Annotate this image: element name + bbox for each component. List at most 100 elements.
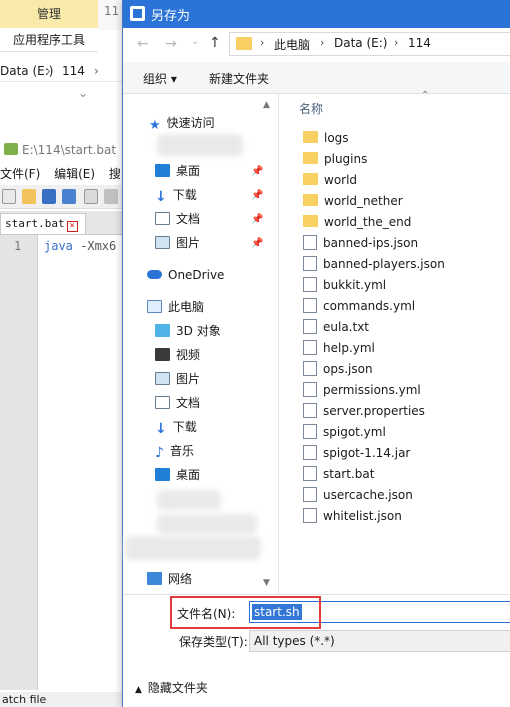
nav-downloads[interactable]: ↓ 下载 (155, 184, 197, 206)
ribbon-tab-manage[interactable]: 管理 (0, 0, 98, 28)
scroll-up-icon[interactable]: ▲ (263, 100, 270, 110)
background-address-bar[interactable]: Data (E:) › 114 › (0, 60, 124, 82)
up-arrow-icon[interactable]: ↑ (209, 35, 221, 51)
file-list-item[interactable]: logs (303, 128, 349, 149)
dialog-title-bar[interactable]: 另存为 (123, 0, 510, 28)
file-icon (303, 340, 317, 355)
file-icon (303, 235, 317, 250)
file-list-item[interactable]: world_nether (303, 191, 403, 212)
download-arrow-icon: ↓ (155, 421, 167, 437)
nav-network[interactable]: 网络 (147, 568, 192, 590)
ribbon-app-tools[interactable]: 应用程序工具 (0, 28, 98, 52)
file-list-item[interactable]: spigot.yml (303, 422, 386, 443)
new-file-icon[interactable] (2, 189, 16, 204)
file-name: whitelist.json (323, 509, 402, 523)
desktop-icon (155, 468, 170, 481)
folder-icon (303, 194, 318, 206)
save-icon[interactable] (42, 189, 56, 204)
nav-desktop-pc[interactable]: 桌面 (155, 464, 200, 486)
file-icon (303, 319, 317, 334)
hide-folders-toggle[interactable]: ▲ 隐藏文件夹 (135, 679, 208, 696)
code-text: -Xmx6 (72, 239, 117, 253)
nav-label: 快速访问 (166, 116, 215, 130)
menu-file[interactable]: 文件(F) (0, 167, 40, 181)
nav-music[interactable]: ♪ 音乐 (155, 440, 194, 462)
chevron-right-icon[interactable]: › (320, 36, 324, 49)
address-bar[interactable]: › 此电脑 › Data (E:) › 114 (229, 32, 510, 56)
line-number-gutter (0, 235, 38, 690)
nav-desktop[interactable]: 桌面 (155, 160, 200, 182)
file-list-item[interactable]: help.yml (303, 338, 375, 359)
file-list-item[interactable]: bukkit.yml (303, 275, 386, 296)
divider (123, 594, 510, 595)
file-name: permissions.yml (323, 383, 421, 397)
print-icon[interactable] (104, 189, 118, 204)
chevron-right-icon[interactable]: › (260, 36, 264, 49)
nav-3d-objects[interactable]: 3D 对象 (155, 320, 221, 342)
file-name: world_nether (324, 194, 403, 208)
nav-videos[interactable]: 视频 (155, 344, 200, 366)
folder-icon (303, 173, 318, 185)
file-icon (303, 298, 317, 313)
menu-edit[interactable]: 编辑(E) (54, 167, 95, 181)
close-file-icon[interactable] (84, 189, 98, 204)
file-icon (303, 466, 317, 481)
file-list-item[interactable]: commands.yml (303, 296, 415, 317)
nav-quick-access[interactable]: ★ 快速访问 (149, 112, 215, 134)
file-list-item[interactable]: world_the_end (303, 212, 411, 233)
file-list-item[interactable]: banned-players.json (303, 254, 445, 275)
close-icon[interactable]: × (66, 221, 78, 232)
save-dialog-icon (130, 6, 145, 21)
tab-start-bat[interactable]: start.bat × (0, 213, 86, 234)
recent-locations-icon[interactable]: ⌄ (191, 36, 199, 47)
nav-pictures[interactable]: 图片 (155, 232, 200, 254)
breadcrumb-drive[interactable]: Data (E:) (334, 36, 387, 50)
file-list-item[interactable]: ops.json (303, 359, 373, 380)
breadcrumb-this-pc[interactable]: 此电脑 (274, 36, 310, 53)
nav-documents-pc[interactable]: 文档 (155, 392, 200, 414)
back-arrow-icon[interactable]: ← (137, 36, 149, 52)
cloud-icon (147, 270, 162, 279)
filetype-select[interactable]: All types (*.*) (249, 630, 510, 652)
column-header-name[interactable]: 名称 (299, 100, 323, 117)
file-list-item[interactable]: whitelist.json (303, 506, 402, 527)
nav-pictures-pc[interactable]: 图片 (155, 368, 200, 390)
nav-documents[interactable]: 文档 (155, 208, 200, 230)
file-list-item[interactable]: start.bat (303, 464, 374, 485)
file-list-item[interactable]: usercache.json (303, 485, 413, 506)
file-list-item[interactable]: banned-ips.json (303, 233, 418, 254)
file-icon (303, 256, 317, 271)
document-icon (155, 396, 170, 409)
chevron-right-icon: › (46, 64, 51, 78)
nav-label: OneDrive (168, 268, 225, 282)
redacted-item (157, 514, 257, 534)
new-folder-button[interactable]: 新建文件夹 (209, 70, 269, 87)
file-icon (303, 403, 317, 418)
file-list-item[interactable]: spigot-1.14.jar (303, 443, 410, 464)
folder-icon (236, 37, 252, 50)
nav-this-pc[interactable]: 此电脑 (147, 296, 204, 318)
ribbon-tab-partial[interactable]: 11 (104, 4, 119, 18)
document-icon (155, 212, 170, 225)
open-folder-icon[interactable] (22, 189, 36, 204)
chevron-right-icon[interactable]: › (394, 36, 398, 49)
forward-arrow-icon[interactable]: → (165, 36, 177, 52)
nav-onedrive[interactable]: OneDrive (147, 264, 224, 286)
organize-button[interactable]: 组织 ▾ (143, 70, 177, 87)
scroll-down-icon[interactable]: ▼ (263, 578, 270, 588)
breadcrumb-folder[interactable]: 114 (408, 36, 431, 50)
nav-label: 视频 (176, 348, 201, 362)
file-list-item[interactable]: world (303, 170, 357, 191)
nav-downloads-pc[interactable]: ↓ 下载 (155, 416, 197, 438)
pin-icon: 📌 (251, 214, 264, 225)
file-list-item[interactable]: server.properties (303, 401, 425, 422)
code-line: java -Xmx6 (44, 239, 116, 253)
redacted-item (157, 490, 221, 510)
chevron-down-icon[interactable]: ⌄ (78, 86, 88, 100)
save-all-icon[interactable] (62, 189, 76, 204)
file-list-item[interactable]: eula.txt (303, 317, 369, 338)
file-name: spigot-1.14.jar (323, 446, 411, 460)
file-list-item[interactable]: plugins (303, 149, 367, 170)
file-list-item[interactable]: permissions.yml (303, 380, 421, 401)
nav-label: 图片 (176, 372, 201, 386)
